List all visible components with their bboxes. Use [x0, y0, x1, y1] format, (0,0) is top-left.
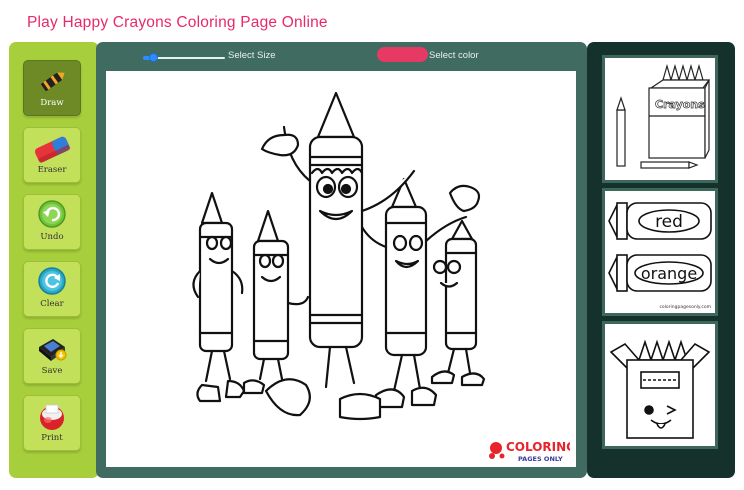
crayon-character-far-left [192, 191, 246, 403]
print-button[interactable]: Print [23, 395, 81, 451]
tool-label: Undo [40, 232, 64, 242]
winking-crayon-box-drawing [609, 339, 711, 439]
save-button[interactable]: Save [23, 328, 81, 384]
orange-label: orange [641, 264, 697, 283]
eraser-tool-button[interactable]: Eraser [23, 127, 81, 183]
thumbnail-winking-crayon-box[interactable] [602, 321, 718, 449]
red-crayon: red [608, 202, 712, 240]
slider-knob[interactable] [148, 53, 158, 62]
crayon-character-left [242, 209, 310, 395]
eraser-icon [24, 132, 80, 166]
coloring-canvas[interactable]: COLORING PAGES ONLY [106, 71, 576, 467]
color-picker-button[interactable] [377, 47, 428, 62]
thumbnail-crayons-box[interactable]: Crayons [602, 55, 718, 183]
logo-text-sub: PAGES ONLY [518, 455, 563, 463]
crayons-box-label: Crayons [655, 98, 705, 111]
red-label: red [655, 212, 683, 232]
crayons-box-drawing: Crayons [616, 63, 711, 169]
thumbnail-panel: Crayons red orange coloringpagesonly.com [587, 42, 735, 478]
tool-label: Clear [40, 299, 64, 309]
page-title: Play Happy Crayons Coloring Page Online [27, 14, 328, 31]
thumbnail-red-orange[interactable]: red orange coloringpagesonly.com [602, 188, 718, 316]
undo-button[interactable]: Undo [23, 194, 81, 250]
clear-icon [24, 266, 80, 300]
watermark-caption: coloringpagesonly.com [659, 304, 711, 310]
crayon-tips [662, 63, 704, 81]
crayon-character-far-right [430, 219, 486, 387]
crayon-icon [24, 65, 80, 99]
clear-button[interactable]: Clear [23, 261, 81, 317]
undo-icon [24, 199, 80, 233]
drawing-area-panel: Select Size Select color COLORING PAGES … [96, 42, 587, 478]
tool-label: Save [41, 366, 63, 376]
save-icon [24, 333, 80, 367]
logo-text-main: COLORING [506, 440, 570, 454]
draw-tool-button[interactable]: Draw [23, 60, 81, 116]
tool-panel: Draw Eraser Undo Clear Save Print [9, 42, 99, 478]
print-icon [24, 400, 80, 434]
brush-size-slider[interactable] [143, 53, 225, 62]
orange-crayon: orange [608, 254, 712, 292]
coloring-pages-only-logo: COLORING PAGES ONLY [488, 436, 576, 464]
tool-label: Print [41, 433, 63, 443]
tool-label: Eraser [37, 165, 67, 175]
tool-label: Draw [40, 98, 64, 108]
happy-crayons-line-art [192, 91, 486, 421]
red-orange-crayons-drawing: red orange coloringpagesonly.com [608, 202, 712, 310]
size-label: Select Size [228, 50, 276, 61]
color-label: Select color [429, 50, 479, 61]
